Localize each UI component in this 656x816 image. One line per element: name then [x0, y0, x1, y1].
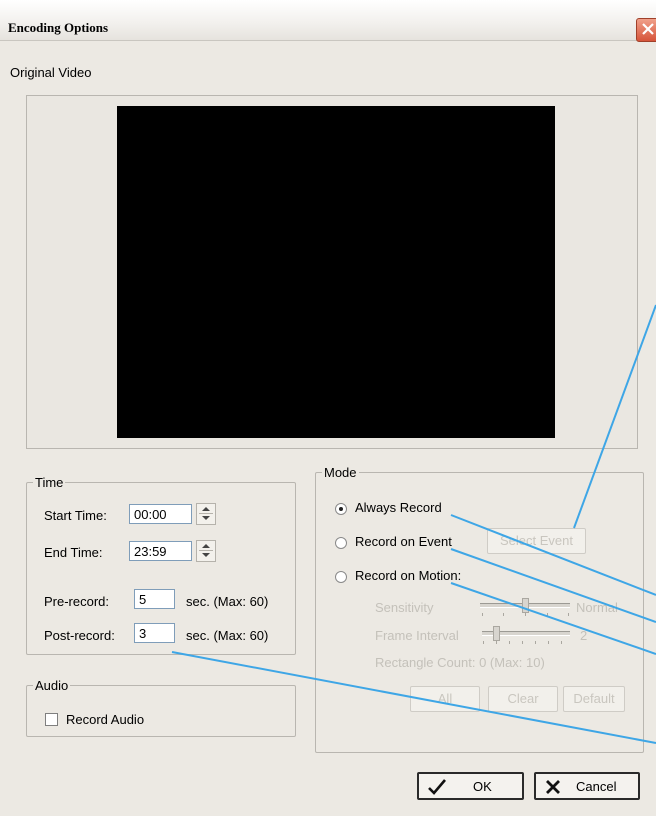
- callout-line-always-record: [450, 514, 656, 596]
- callout-line-select-event: [573, 304, 656, 529]
- callout-line-post-record: [171, 651, 656, 744]
- encoding-options-window: Encoding Options Original Video Time Sta…: [0, 0, 656, 816]
- callout-lines: [171, 304, 656, 744]
- callout-line-record-on-motion: [450, 582, 656, 655]
- callout-line-record-on-event: [450, 548, 656, 623]
